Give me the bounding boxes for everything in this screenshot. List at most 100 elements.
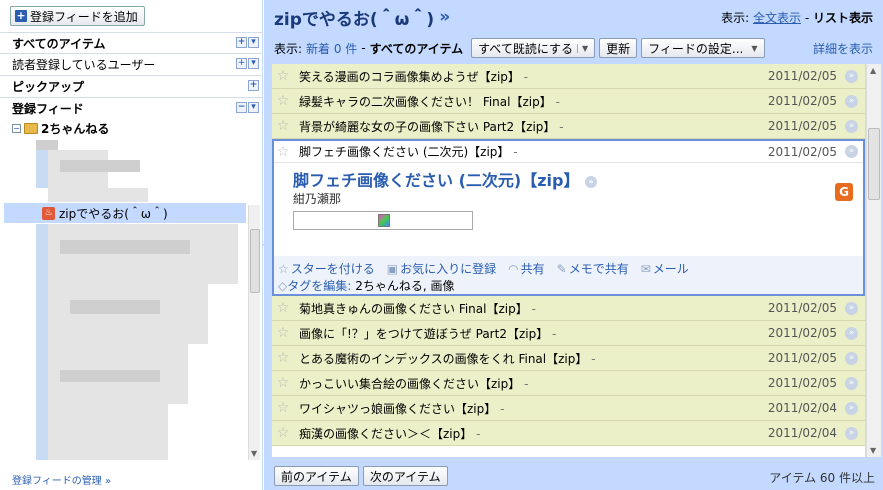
prev-item-button[interactable]: 前のアイテム: [274, 466, 359, 486]
bookmark-icon: ▣: [386, 262, 399, 276]
item-title: 脚フェチ画像ください (二次元)【zip】: [299, 145, 510, 159]
go-arrow-icon[interactable]: »: [845, 401, 858, 415]
scroll-down-icon[interactable]: ▼: [870, 446, 876, 455]
view-separator: -: [804, 11, 810, 25]
refresh-button[interactable]: 更新: [599, 38, 638, 58]
email-action[interactable]: ✉ メール: [641, 260, 689, 277]
dropdown-icon[interactable]: ▾: [248, 102, 259, 113]
go-arrow-icon[interactable]: »: [845, 145, 858, 158]
feed-item-selected[interactable]: ♨ zipでやるお(＾ω＾): [4, 203, 246, 223]
manage-feeds-link[interactable]: 登録フィードの管理 »: [12, 472, 111, 487]
list-item[interactable]: ☆ とある魔術のインデックスの画像をくれ Final【zip】 - 2011/0…: [272, 346, 865, 371]
scroll-up-icon[interactable]: ▲: [870, 66, 876, 75]
expand-icon[interactable]: +: [248, 80, 259, 91]
chevron-down-icon: ▼: [751, 43, 758, 53]
show-label: 表示:: [274, 41, 303, 56]
list-item[interactable]: ☆ 菊地真きゅんの画像ください Final【zip】 - 2011/02/05 …: [272, 296, 865, 321]
expanded-title-link[interactable]: 脚フェチ画像ください (二次元)【zip】 »: [293, 167, 598, 191]
view-mode: 表示: 全文表示 - リスト表示: [721, 9, 873, 26]
item-snippet: -: [552, 326, 557, 341]
item-date: 2011/02/05: [767, 94, 837, 108]
list-item[interactable]: ☆ 画像に「!？」をつけて遊ぼうぜ Part2【zip】 - 2011/02/0…: [272, 321, 865, 346]
item-date: 2011/02/05: [767, 376, 837, 390]
expand-icon[interactable]: +: [236, 58, 247, 69]
nav-subscribers[interactable]: 読者登録しているユーザー + ▾: [0, 53, 263, 74]
item-title: 背景が綺麗な女の子の画像下さい Part2【zip】: [299, 119, 556, 134]
star-icon[interactable]: ☆: [276, 375, 290, 391]
list-item[interactable]: ☆ 痴漢の画像ください＞＜【zip】 - 2011/02/04 »: [272, 421, 865, 446]
list-item[interactable]: ☆ かっこいい集合絵の画像ください【zip】 - 2011/02/05 »: [272, 371, 865, 396]
item-actions-bar: ☆ スターを付ける ▣ お気に入りに登録 ◠ 共有 ✎ メモで共有 ✉ メール ◇タグを編…: [274, 256, 863, 294]
dropdown-icon[interactable]: ▾: [248, 37, 259, 48]
nav-subscribers-label: 読者登録しているユーザー: [12, 57, 156, 72]
go-arrow-icon[interactable]: »: [845, 69, 858, 83]
star-icon[interactable]: ☆: [276, 144, 290, 160]
scroll-down-icon[interactable]: ▼: [251, 449, 257, 458]
nav-controls: − ▾: [236, 102, 259, 113]
list-scrollbar[interactable]: ▲ ▼: [866, 64, 881, 457]
nav-feeds[interactable]: 登録フィード − ▾: [0, 97, 263, 118]
collapse-icon[interactable]: −: [236, 102, 247, 113]
folder-label: 2ちゃんねる: [41, 122, 110, 136]
star-icon[interactable]: ☆: [276, 68, 290, 84]
star-icon[interactable]: ☆: [276, 400, 290, 416]
add-star-action[interactable]: ☆ スターを付ける: [278, 260, 375, 277]
item-actions: ☆ スターを付ける ▣ お気に入りに登録 ◠ 共有 ✎ メモで共有 ✉ メール: [278, 260, 689, 277]
mark-all-read-button[interactable]: すべて既読にする ▼: [471, 38, 596, 58]
item-image[interactable]: [293, 211, 473, 230]
favorite-action[interactable]: ▣ お気に入りに登録: [387, 260, 496, 277]
list-item[interactable]: ☆ 笑える漫画のコラ画像集めようぜ【zip】 - 2011/02/05 »: [272, 64, 865, 89]
go-arrow-icon[interactable]: »: [845, 351, 858, 365]
item-title-line: 背景が綺麗な女の子の画像下さい Part2【zip】 -: [299, 118, 767, 135]
dropdown-icon[interactable]: ▾: [248, 58, 259, 69]
view-label: 表示:: [721, 11, 750, 25]
go-arrow-icon[interactable]: »: [845, 376, 858, 390]
nav-picks[interactable]: ピックアップ +: [0, 75, 263, 96]
go-arrow-icon[interactable]: »: [845, 301, 858, 315]
share-action[interactable]: ◠ 共有: [508, 260, 545, 277]
nav-all-items[interactable]: すべてのアイテム + ▾: [0, 32, 263, 53]
new-items-link[interactable]: 新着 0 件: [306, 40, 357, 57]
list-item[interactable]: ☆ 緑髪キャラの二次画像ください！ Final【zip】 - 2011/02/0…: [272, 89, 865, 114]
expand-icon[interactable]: +: [236, 37, 247, 48]
folder-2ch[interactable]: − 2ちゃんねる: [12, 120, 109, 137]
item-date: 2011/02/04: [767, 401, 837, 415]
collapse-icon[interactable]: −: [12, 124, 21, 133]
list-item[interactable]: ☆ 背景が綺麗な女の子の画像下さい Part2【zip】 - 2011/02/0…: [272, 114, 865, 139]
item-snippet: -: [524, 376, 529, 391]
expanded-item-header[interactable]: ☆ 脚フェチ画像ください (二次元)【zip】 - 2011/02/05 »: [274, 141, 863, 163]
item-title-line: 痴漢の画像ください＞＜【zip】 -: [299, 425, 767, 442]
go-arrow-icon[interactable]: »: [845, 94, 858, 108]
view-list-current: リスト表示: [812, 11, 873, 25]
star-icon[interactable]: ☆: [276, 300, 290, 316]
feed-settings-button[interactable]: フィードの設定... ▼: [641, 38, 765, 58]
go-arrow-icon[interactable]: »: [845, 119, 858, 133]
next-item-button[interactable]: 次のアイテム: [362, 466, 448, 486]
star-icon[interactable]: ☆: [276, 93, 290, 109]
star-icon[interactable]: ☆: [276, 325, 290, 341]
scroll-thumb[interactable]: [868, 128, 880, 200]
add-feed-button[interactable]: + 登録フィードを追加: [10, 6, 145, 26]
star-icon[interactable]: ☆: [276, 425, 290, 441]
show-details-link[interactable]: 詳細を表示: [813, 40, 873, 57]
list-item[interactable]: ☆ ワイシャツっ娘画像ください【zip】 - 2011/02/04 »: [272, 396, 865, 421]
item-snippet: -: [531, 301, 536, 316]
expanded-title: 脚フェチ画像ください (二次元)【zip】: [293, 171, 580, 190]
google-icon[interactable]: G: [835, 183, 853, 201]
item-title-line: かっこいい集合絵の画像ください【zip】 -: [299, 375, 767, 392]
title-arrow-icon[interactable]: »: [439, 7, 450, 27]
go-arrow-icon[interactable]: »: [585, 175, 598, 188]
scroll-thumb[interactable]: [250, 229, 260, 293]
edit-tags-label: タグを編集:: [287, 279, 352, 293]
chevron-down-icon[interactable]: ▼: [576, 43, 588, 53]
view-full-link[interactable]: 全文表示: [753, 11, 801, 25]
edit-tags-link[interactable]: ◇タグを編集:: [278, 277, 351, 294]
go-arrow-icon[interactable]: »: [845, 326, 858, 340]
sidebar-scrollbar[interactable]: ▼: [248, 205, 260, 460]
star-icon[interactable]: ☆: [276, 350, 290, 366]
blurred-feed: [48, 224, 238, 284]
go-arrow-icon[interactable]: »: [845, 426, 858, 440]
share-note-action[interactable]: ✎ メモで共有: [557, 260, 629, 277]
star-icon[interactable]: ☆: [276, 118, 290, 134]
item-title-line: 緑髪キャラの二次画像ください！ Final【zip】 -: [299, 93, 767, 110]
